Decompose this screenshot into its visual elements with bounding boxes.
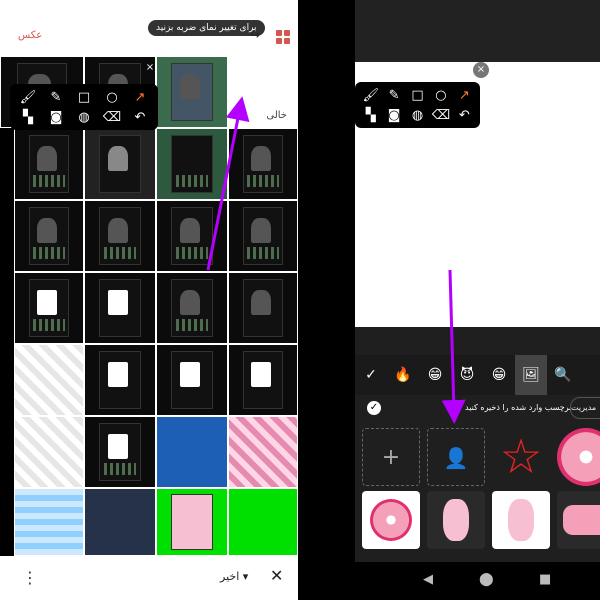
grid-view-icon[interactable] [276, 30, 290, 44]
fire-tab[interactable]: 🔥 [387, 367, 419, 383]
save-imported-row: ✓ برچسب وارد شده را ذخیره کنید مدیریت [355, 395, 600, 425]
sticker-tabs: ✓ 🔥 😁 😈 😁 🖼 🔍 [355, 355, 600, 395]
eraser-icon[interactable]: ⌫ [429, 108, 452, 124]
sticker-grid: + 👤 ☆ [355, 425, 600, 560]
gallery-grid: خالی × 🖌 ✎ □ ○ ↗ ▚ ◙ ◍ ⌫ ↶ [0, 56, 298, 556]
devil-tab[interactable]: 😈 [451, 367, 483, 383]
editor-top-bar [355, 0, 600, 62]
gallery-panel: عکس برای تغییر نمای ضربه بزنید ↪ خالی × … [0, 0, 298, 600]
gallery-footer: ⋮ اخیر ▾ ✕ [0, 556, 298, 600]
recents-icon[interactable]: ■ [539, 572, 551, 587]
magic-brush-icon[interactable]: ✎ [382, 88, 405, 104]
undo-icon[interactable]: ↶ [453, 108, 476, 124]
undo-icon[interactable]: ↶ [126, 110, 154, 126]
color-wheel-icon[interactable]: ◍ [70, 110, 98, 126]
editor-canvas[interactable]: × 🖌 ✎ □ ○ ↗ ▚ ◙ ◍ ⌫ ↶ [355, 62, 600, 327]
square-icon[interactable]: □ [70, 90, 98, 106]
brush-icon[interactable]: 🖌 [359, 88, 382, 104]
back-icon[interactable]: ◀ [423, 572, 433, 587]
gallery-thumb[interactable] [228, 416, 298, 488]
manage-button[interactable]: مدیریت [570, 397, 600, 419]
check-circle-icon[interactable]: ✓ [367, 401, 381, 415]
gallery-thumb[interactable] [14, 200, 84, 272]
color-wheel-icon[interactable]: ◍ [406, 108, 429, 124]
gallery-thumb[interactable] [84, 128, 156, 200]
gallery-thumb[interactable] [156, 344, 228, 416]
star-sticker-icon[interactable]: ☆ [492, 428, 550, 486]
gallery-thumb[interactable] [228, 272, 298, 344]
system-nav-bar: ◀ ⬤ ■ [355, 562, 600, 600]
disc-sticker[interactable] [362, 491, 420, 549]
circle-icon[interactable]: ○ [98, 90, 126, 106]
doll-sticker[interactable] [427, 491, 485, 549]
gallery-thumb[interactable] [84, 200, 156, 272]
doll-sticker[interactable] [492, 491, 550, 549]
square-icon[interactable]: □ [406, 88, 429, 104]
more-vertical-icon[interactable]: ⋮ [22, 568, 38, 587]
close-icon[interactable]: ✕ [270, 566, 283, 585]
person-sticker-icon[interactable]: 👤 [427, 428, 485, 486]
image-tab[interactable]: 🖼 [515, 355, 547, 395]
gallery-thumb[interactable] [228, 344, 298, 416]
gallery-empty-cell[interactable]: خالی [228, 56, 298, 128]
gallery-thumb[interactable] [14, 416, 84, 488]
arrow-tool-icon[interactable]: ↗ [453, 88, 476, 104]
gallery-thumb[interactable] [156, 128, 228, 200]
empty-label: خالی [266, 110, 287, 121]
canvas-close-icon[interactable]: × [473, 62, 489, 78]
view-tooltip: برای تغییر نمای ضربه بزنید [148, 20, 265, 36]
sticker-panel: × 🖌 ✎ □ ○ ↗ ▚ ◙ ◍ ⌫ ↶ ✓ 🔥 😁 😈 😁 🖼 🔍 ✓ بر… [355, 0, 600, 600]
photo-label[interactable]: عکس [18, 30, 42, 41]
recent-dropdown[interactable]: اخیر ▾ [220, 570, 248, 583]
disc-sticker[interactable] [557, 428, 600, 486]
gallery-thumb[interactable] [156, 200, 228, 272]
add-sticker-button[interactable]: + [362, 428, 420, 486]
cake-sticker[interactable] [557, 491, 600, 549]
gallery-thumb[interactable] [14, 128, 84, 200]
magic-brush-icon[interactable]: ✎ [42, 90, 70, 106]
camera-icon[interactable]: ◙ [382, 108, 405, 124]
gallery-thumb[interactable] [14, 488, 84, 556]
gallery-thumb[interactable] [84, 488, 156, 556]
checker-icon[interactable]: ▚ [359, 108, 382, 124]
check-tab[interactable]: ✓ [355, 367, 387, 383]
screenshot-root: عکس برای تغییر نمای ضربه بزنید ↪ خالی × … [0, 0, 600, 600]
drawing-toolbar: 🖌 ✎ □ ○ ↗ ▚ ◙ ◍ ⌫ ↶ [355, 82, 480, 128]
gallery-thumb[interactable] [228, 200, 298, 272]
gallery-thumb[interactable] [228, 128, 298, 200]
gallery-thumb[interactable] [156, 416, 228, 488]
gallery-thumb[interactable] [84, 416, 156, 488]
drawing-toolbar: 🖌 ✎ □ ○ ↗ ▚ ◙ ◍ ⌫ ↶ [10, 84, 158, 130]
gallery-thumb[interactable] [228, 488, 298, 556]
brush-icon[interactable]: 🖌 [14, 90, 42, 106]
gallery-thumb[interactable] [14, 272, 84, 344]
checker-icon[interactable]: ▚ [14, 110, 42, 126]
toolbar-close-icon[interactable]: × [142, 60, 158, 76]
circle-icon[interactable]: ○ [429, 88, 452, 104]
gallery-thumb[interactable] [84, 272, 156, 344]
gallery-header: عکس برای تغییر نمای ضربه بزنید ↪ [0, 0, 298, 56]
save-imported-text: برچسب وارد شده را ذخیره کنید [465, 403, 572, 412]
gallery-thumb[interactable] [14, 344, 84, 416]
curved-arrow-icon: ↪ [250, 28, 261, 42]
gallery-thumb[interactable] [156, 272, 228, 344]
gallery-thumb[interactable] [84, 344, 156, 416]
home-icon[interactable]: ⬤ [479, 572, 494, 587]
smile-tab[interactable]: 😁 [483, 367, 515, 383]
search-tab[interactable]: 🔍 [547, 367, 579, 383]
gallery-thumb[interactable] [156, 488, 228, 556]
arrow-tool-icon[interactable]: ↗ [126, 90, 154, 106]
gallery-thumb[interactable] [156, 56, 228, 128]
camera-icon[interactable]: ◙ [42, 110, 70, 126]
grin-tab[interactable]: 😁 [419, 367, 451, 383]
eraser-icon[interactable]: ⌫ [98, 110, 126, 126]
